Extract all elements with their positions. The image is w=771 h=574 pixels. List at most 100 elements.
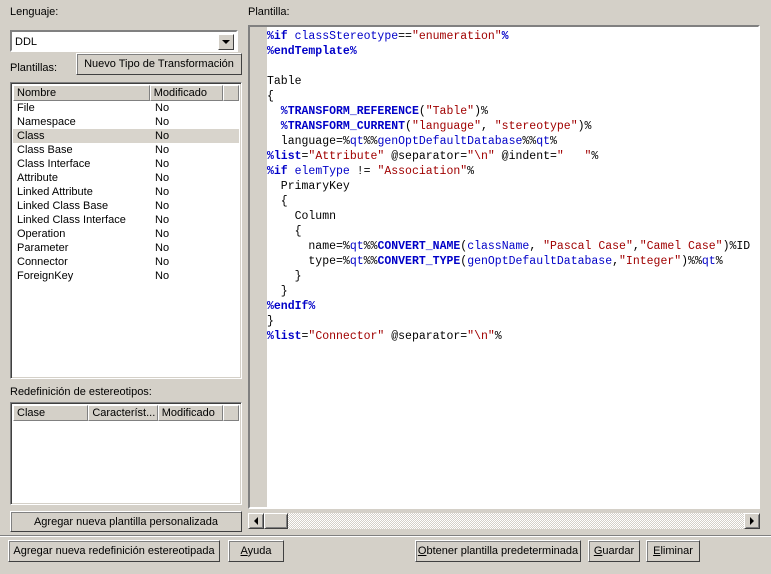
editor-code-text[interactable]: %if classStereotype=="enumeration"% %endT… <box>267 29 758 507</box>
table-row[interactable]: Linked Attribute No <box>13 185 239 199</box>
template-modified-cell: No <box>155 102 170 114</box>
code-token: % <box>467 165 475 178</box>
save-button[interactable]: Guardar <box>588 540 640 562</box>
code-line: %list="Connector" @separator="\n"% <box>267 329 758 344</box>
table-row[interactable]: File No <box>13 101 239 115</box>
help-button[interactable]: Ayuda <box>228 540 284 562</box>
code-token: % <box>267 105 288 118</box>
table-row[interactable]: Parameter No <box>13 241 239 255</box>
add-stereotype-redefinition-button[interactable]: Agregar nueva redefinición estereotipada <box>8 540 220 562</box>
code-token: %endTemplate% <box>267 45 357 58</box>
code-token: % <box>494 330 502 343</box>
code-token: CONVERT_NAME <box>377 240 461 253</box>
code-token: "Association" <box>377 165 468 178</box>
table-row[interactable]: Operation No <box>13 227 239 241</box>
template-name-cell: Class <box>17 130 45 142</box>
code-line: { <box>267 224 758 239</box>
code-token: == <box>398 30 412 43</box>
code-line: %list="Attribute" @separator="\n" @inden… <box>267 149 758 164</box>
new-transformation-type-button[interactable]: Nuevo Tipo de Transformación <box>76 53 242 75</box>
table-row[interactable]: Class No <box>13 129 239 143</box>
template-name-cell: Parameter <box>17 242 69 254</box>
code-line: %endTemplate% <box>267 44 758 59</box>
templates-listview-body[interactable]: File No Namespace No Class No Class Base No Clas… <box>13 101 239 376</box>
code-token: TRANSFORM_CURRENT <box>287 120 406 133</box>
code-line: Column <box>267 209 758 224</box>
template-modified-cell: No <box>155 200 170 212</box>
delete-button-label: Eliminar <box>653 545 693 557</box>
code-token: %% <box>363 255 378 268</box>
template-modified-cell: No <box>155 242 170 254</box>
code-line: name=%qt%%CONVERT_NAME(className, "Pasca… <box>267 239 758 254</box>
table-row[interactable]: Linked Class Base No <box>13 199 239 213</box>
arrow-left-icon[interactable] <box>248 513 264 529</box>
code-token: { <box>267 195 288 208</box>
hscrollbar-thumb[interactable] <box>264 513 288 529</box>
table-row[interactable]: Class Interface No <box>13 157 239 171</box>
editor-hscrollbar[interactable] <box>248 513 760 529</box>
delete-button[interactable]: Eliminar <box>646 540 700 562</box>
code-token: ( <box>418 105 426 118</box>
code-token: "Pascal Case" <box>543 240 633 253</box>
column-header-caracteristica[interactable]: Característ... <box>88 405 158 421</box>
chevron-down-icon[interactable] <box>218 34 234 50</box>
add-custom-template-button[interactable]: Agregar nueva plantilla personalizada <box>10 511 242 532</box>
code-token: "language" <box>411 120 481 133</box>
code-line: } <box>267 284 758 299</box>
transformation-templates-dialog: Lenguaje: DDL Plantillas: Nuevo Tipo de … <box>0 0 771 574</box>
code-line: %endIf% <box>267 299 758 314</box>
column-header-filler-2[interactable] <box>223 405 239 421</box>
table-row[interactable]: ForeignKey No <box>13 269 239 283</box>
code-token: genOptDefaultDatabase <box>377 135 523 148</box>
code-token: qt <box>349 135 364 148</box>
template-name-cell: Class Interface <box>17 158 91 170</box>
code-token: "Camel Case" <box>639 240 723 253</box>
table-row[interactable]: Class Base No <box>13 143 239 157</box>
template-code-editor[interactable]: %if classStereotype=="enumeration"% %endT… <box>248 25 760 509</box>
code-token: , <box>529 240 544 253</box>
code-token: } <box>267 285 288 298</box>
code-token: )% <box>577 120 592 133</box>
code-token: %endIf% <box>267 300 316 313</box>
new-transformation-type-button-label: Nuevo Tipo de Transformación <box>84 58 234 70</box>
table-row[interactable]: Attribute No <box>13 171 239 185</box>
code-token: , <box>632 240 640 253</box>
code-line: %TRANSFORM_CURRENT("language", "stereoty… <box>267 119 758 134</box>
arrow-right-icon[interactable] <box>744 513 760 529</box>
stereotype-listview[interactable]: Clase Característ... Modificado <box>10 402 242 505</box>
column-header-nombre[interactable]: Nombre <box>13 85 150 101</box>
code-token: { <box>267 225 302 238</box>
code-token: "stereotype" <box>494 120 578 133</box>
code-token: "\n" <box>467 330 495 343</box>
template-name-cell: Namespace <box>17 116 76 128</box>
code-token: "Attribute" <box>308 150 385 163</box>
add-custom-template-button-label: Agregar nueva plantilla personalizada <box>33 515 219 528</box>
column-header-filler[interactable] <box>223 85 239 101</box>
code-token: classStereotype <box>294 30 399 43</box>
code-line: } <box>267 314 758 329</box>
code-token: qt <box>349 240 364 253</box>
code-line: %TRANSFORM_REFERENCE("Table")% <box>267 104 758 119</box>
table-row[interactable]: Namespace No <box>13 115 239 129</box>
template-modified-cell: No <box>155 214 170 226</box>
templates-listview-header: Nombre Modificado <box>13 85 239 101</box>
get-default-template-button-label: Obtener plantilla predeterminada <box>417 545 579 557</box>
template-modified-cell: No <box>155 256 170 268</box>
column-header-modificado[interactable]: Modificado <box>149 85 224 101</box>
code-token: TRANSFORM_REFERENCE <box>287 105 419 118</box>
column-header-clase[interactable]: Clase <box>13 405 89 421</box>
column-header-modificado-2[interactable]: Modificado <box>157 405 224 421</box>
table-row[interactable]: Linked Class Interface No <box>13 213 239 227</box>
templates-listview[interactable]: Nombre Modificado File No Namespace No Class… <box>10 82 242 379</box>
template-modified-cell: No <box>155 228 170 240</box>
stereotype-listview-body[interactable] <box>13 421 239 502</box>
template-modified-cell: No <box>155 144 170 156</box>
code-token: %list <box>267 330 302 343</box>
code-token: )%% <box>681 255 702 268</box>
get-default-template-button[interactable]: Obtener plantilla predeterminada <box>415 540 581 562</box>
code-token: qt <box>701 255 716 268</box>
code-token: "enumeration" <box>411 30 502 43</box>
save-button-label: Guardar <box>593 545 635 557</box>
language-combo[interactable]: DDL <box>10 30 238 52</box>
table-row[interactable]: Connector No <box>13 255 239 269</box>
